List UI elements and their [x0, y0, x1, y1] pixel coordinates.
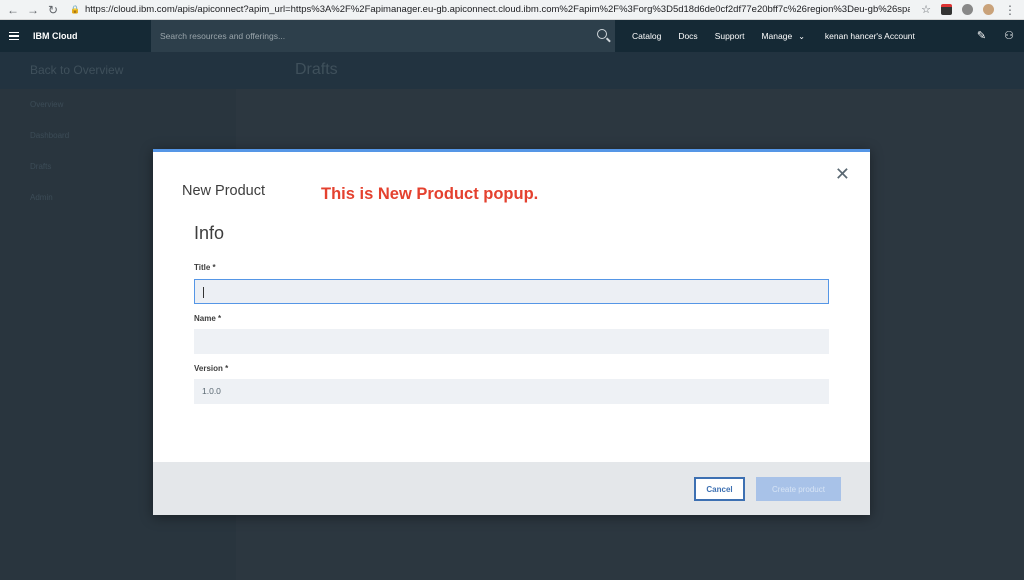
version-label: Version *	[194, 364, 229, 373]
search-input[interactable]: Search resources and offerings...	[151, 20, 615, 52]
nav-support[interactable]: Support	[715, 31, 745, 41]
user-icon[interactable]: ⚇	[1004, 29, 1014, 42]
back-arrow-icon[interactable]: ←	[6, 3, 20, 17]
hamburger-menu-icon[interactable]	[9, 30, 19, 43]
annotation-text: This is New Product popup.	[321, 185, 539, 203]
lock-icon: 🔒	[70, 5, 80, 14]
sidebar-item-overview[interactable]: Overview	[30, 100, 63, 109]
address-bar[interactable]: 🔒 https://cloud.ibm.com/apis/apiconnect?…	[70, 2, 910, 18]
forward-arrow-icon[interactable]: →	[26, 3, 40, 17]
browser-toolbar: ← → ↻ 🔒 https://cloud.ibm.com/apis/apico…	[0, 0, 1024, 20]
account-switcher[interactable]: kenan hancer's Account	[825, 31, 915, 41]
ibm-cloud-header: IBM Cloud Search resources and offerings…	[0, 20, 1024, 52]
extension-icon[interactable]	[941, 4, 952, 15]
title-input[interactable]	[194, 279, 829, 304]
nav-manage[interactable]: Manage	[761, 31, 792, 41]
nav-catalog[interactable]: Catalog	[632, 31, 661, 41]
cancel-button[interactable]: Cancel	[694, 477, 745, 501]
profile-avatar-icon[interactable]	[983, 4, 994, 15]
edit-icon[interactable]: ✎	[977, 29, 986, 42]
reload-icon[interactable]: ↻	[46, 3, 60, 17]
top-nav: Catalog Docs Support Manage ⌄ kenan hanc…	[615, 31, 915, 41]
name-input[interactable]	[194, 329, 829, 354]
sub-header: Back to Overview Drafts	[0, 52, 1024, 89]
browser-menu-icon[interactable]: ⋮	[1004, 3, 1016, 17]
search-placeholder: Search resources and offerings...	[160, 31, 286, 41]
section-title-info: Info	[194, 223, 225, 243]
extension-icon[interactable]	[962, 4, 973, 15]
version-input[interactable]: 1.0.0	[194, 379, 829, 404]
page-title: Drafts	[295, 61, 338, 78]
brand-logo[interactable]: IBM Cloud	[33, 31, 151, 41]
search-icon[interactable]	[597, 29, 607, 39]
sidebar-item-admin[interactable]: Admin	[30, 193, 53, 202]
bookmark-star-icon[interactable]: ☆	[921, 3, 931, 16]
sidebar-item-drafts[interactable]: Drafts	[30, 162, 51, 171]
name-label: Name *	[194, 314, 222, 323]
back-to-overview-link[interactable]: Back to Overview	[30, 63, 123, 77]
title-label: Title *	[194, 263, 216, 272]
close-icon[interactable]: ✕	[835, 164, 850, 185]
create-product-button[interactable]: Create product	[756, 477, 841, 501]
new-product-modal: New Product This is New Product popup. ✕…	[153, 149, 870, 515]
chevron-down-icon[interactable]: ⌄	[798, 32, 805, 41]
modal-title: New Product	[182, 183, 266, 199]
text-cursor	[203, 287, 204, 299]
modal-footer: Cancel Create product	[153, 462, 870, 515]
nav-docs[interactable]: Docs	[678, 31, 697, 41]
url-text: https://cloud.ibm.com/apis/apiconnect?ap…	[84, 4, 910, 15]
sidebar-item-dashboard[interactable]: Dashboard	[30, 131, 69, 140]
